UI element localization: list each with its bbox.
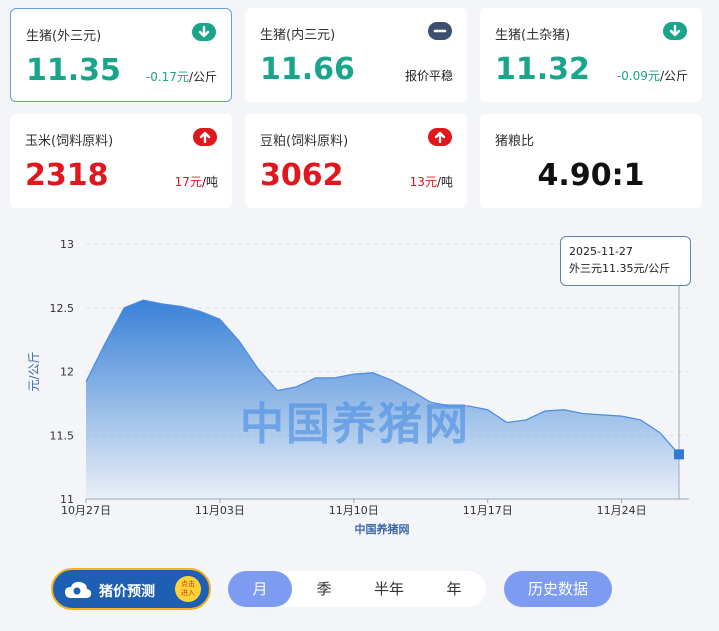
price-card-soymeal[interactable]: 豆粕(饲料原料) 3062 13元/吨 [245, 114, 467, 208]
card-title: 生猪(土杂猪) [495, 28, 571, 43]
y-tick-label: 12.5 [50, 302, 75, 315]
click-enter-badge: 点击 进入 [175, 576, 201, 602]
x-tick-label: 10月27日 [61, 504, 111, 517]
history-data-button[interactable]: 历史数据 [504, 571, 612, 607]
card-title: 生猪(外三元) [26, 29, 102, 44]
down-arrow-icon [192, 23, 216, 41]
card-price: 11.32 [495, 52, 590, 87]
predict-label: 猪价预测 [99, 584, 155, 600]
chart-tooltip: 2025-11-27 外三元11.35元/公斤 [560, 236, 691, 286]
card-price: 11.35 [26, 53, 121, 88]
card-price: 11.66 [260, 52, 355, 87]
y-tick-label: 11.5 [50, 429, 75, 442]
y-tick-label: 12 [60, 366, 74, 379]
price-card-neisanyuan[interactable]: 生猪(内三元) 11.66 报价平稳 [245, 8, 467, 102]
x-tick-label: 11月17日 [463, 504, 513, 517]
card-title: 豆粕(饲料原料) [260, 134, 349, 149]
card-title: 生猪(内三元) [260, 28, 336, 43]
card-change: -0.17元/公斤 [145, 70, 217, 84]
x-tick-label: 11月10日 [329, 504, 379, 517]
price-card-waisanyuan[interactable]: 生猪(外三元) 11.35 -0.17元/公斤 [10, 8, 232, 102]
x-axis-title: 中国养猪网 [355, 522, 410, 536]
down-arrow-icon [663, 22, 687, 40]
period-selector: 月 季 半年 年 [228, 571, 486, 607]
tab-month[interactable]: 月 [228, 571, 292, 607]
tooltip-text: 外三元11.35元/公斤 [569, 262, 671, 275]
card-change: -0.09元/公斤 [616, 69, 688, 83]
x-tick-label: 11月24日 [597, 504, 647, 517]
tab-year[interactable]: 年 [422, 571, 486, 607]
price-card-corn[interactable]: 玉米(饲料原料) 2318 17元/吨 [10, 114, 232, 208]
y-axis-title: 元/公斤 [27, 351, 41, 391]
card-change: 17元/吨 [174, 175, 218, 189]
tab-quarter[interactable]: 季 [292, 571, 356, 607]
price-card-tuzazhu[interactable]: 生猪(土杂猪) 11.32 -0.09元/公斤 [480, 8, 702, 102]
x-tick-label: 11月03日 [195, 504, 245, 517]
y-tick-label: 13 [60, 238, 74, 251]
card-change: 13元/吨 [409, 175, 453, 189]
minus-icon [428, 22, 452, 40]
ratio-value: 4.90:1 [537, 158, 645, 193]
cloud-icon [65, 581, 92, 598]
tooltip-date: 2025-11-27 [569, 245, 633, 258]
card-price: 3062 [260, 158, 344, 193]
card-title: 猪粮比 [495, 134, 535, 149]
up-arrow-icon [428, 128, 452, 146]
up-arrow-icon [193, 128, 217, 146]
watermark: 中国养猪网 [240, 399, 470, 450]
card-title: 玉米(饲料原料) [25, 134, 114, 149]
card-price: 2318 [25, 158, 109, 193]
pig-grain-ratio-card[interactable]: 猪粮比 4.90:1 [480, 114, 702, 208]
price-predict-button[interactable]: 猪价预测 点击 进入 [51, 568, 211, 610]
data-point-marker [674, 449, 684, 460]
tab-half-year[interactable]: 半年 [356, 571, 422, 607]
card-change: 报价平稳 [404, 69, 453, 83]
